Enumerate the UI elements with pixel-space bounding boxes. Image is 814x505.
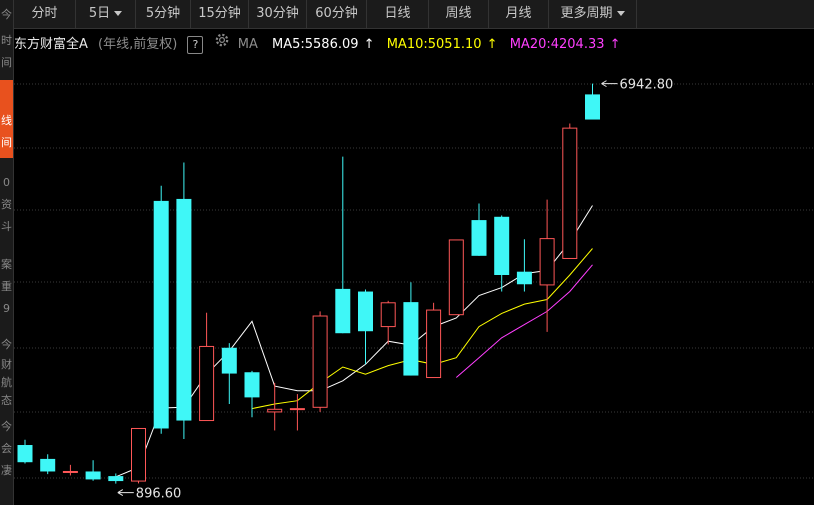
candle-body-down (403, 302, 419, 376)
left-rail-char: 时 (1, 34, 12, 47)
candle-body-up (199, 345, 215, 422)
left-rail-char: 会 (1, 442, 12, 455)
candle-body-up (426, 309, 442, 379)
min-price-label: 896.60 (136, 487, 182, 502)
candle-body-down (358, 291, 373, 332)
left-rail-char: 重 (1, 280, 12, 293)
tab-intraday[interactable]: 分时 (14, 0, 76, 28)
candle-body-down (17, 445, 33, 463)
candle-body-up (62, 470, 78, 473)
candle-body-up (380, 302, 396, 328)
left-rail-char: 财 (1, 358, 12, 371)
candle-body-down (494, 216, 510, 275)
chevron-down-icon (616, 11, 625, 16)
candle-body-down (471, 220, 487, 256)
left-rail-char: 航 (1, 376, 12, 389)
kline-chart[interactable]: 6942.80 896.60 (14, 60, 814, 505)
left-rail-char: 斗 (1, 220, 12, 233)
min-arrow-icon (117, 489, 134, 497)
tab-daily[interactable]: 日线 (367, 0, 429, 28)
candle-body-down (516, 271, 532, 285)
left-rail-char: 凄 (1, 464, 12, 477)
chevron-down-icon (114, 11, 123, 16)
period-tab-bar: 分时 5日 5分钟 15分钟 30分钟 60分钟 日线 周线 月线 更多周期 (14, 0, 814, 29)
ma10-value: MA10:5051.10 (386, 37, 482, 52)
help-button[interactable]: ? (187, 36, 204, 54)
candle-body-up (289, 408, 305, 411)
tab-5day[interactable]: 5日 (76, 0, 136, 28)
left-rail-char: 今 (1, 420, 12, 433)
left-rail-char: 9 (3, 302, 10, 315)
left-rail-char: 今 (1, 338, 12, 351)
max-price-label: 6942.80 (620, 78, 674, 93)
candle-body-down (244, 372, 260, 398)
candle-body-down (335, 288, 351, 334)
up-arrow-icon: ↑ (363, 37, 375, 52)
left-rail-char: 间 (1, 56, 12, 69)
tab-monthly[interactable]: 月线 (489, 0, 549, 28)
left-rail-char: 0 (3, 176, 10, 189)
stock-name: 东方财富全A (14, 37, 88, 52)
candle-body-down (176, 198, 192, 421)
gear-icon[interactable] (214, 30, 230, 60)
candlestick-series (17, 83, 600, 484)
ma-label: MA (237, 37, 258, 52)
left-rail-char: 资 (1, 198, 12, 211)
left-rail-char: 态 (1, 394, 12, 407)
up-arrow-icon: ↑ (486, 37, 498, 52)
candle-body-up (267, 408, 283, 413)
candle-body-down (40, 458, 56, 472)
candle-body-up (131, 427, 146, 482)
candle-body-down (221, 347, 237, 374)
tab-weekly[interactable]: 周线 (429, 0, 489, 28)
tab-5min[interactable]: 5分钟 (136, 0, 191, 28)
chart-grid (14, 83, 814, 479)
max-arrow-icon (601, 80, 618, 88)
tab-60min[interactable]: 60分钟 (307, 0, 367, 28)
candle-body-down (85, 471, 101, 480)
candle-body-down (585, 94, 600, 120)
ma5-value: MA5:5586.09 (272, 37, 359, 52)
tab-more-periods[interactable]: 更多周期 (549, 0, 637, 28)
up-arrow-icon: ↑ (609, 37, 621, 52)
extreme-annotations: 6942.80 896.60 (117, 78, 674, 502)
left-rail-char: 线 (1, 114, 12, 127)
candle-body-up (539, 238, 555, 286)
left-rail-char: 案 (1, 258, 12, 271)
candle-body-up (448, 239, 464, 316)
tab-15min[interactable]: 15分钟 (191, 0, 249, 28)
left-rail-char: 今 (1, 8, 12, 21)
left-side-rail: 今 时 间 线 间 0 资 斗 案 重 9 今 财 航 态 今 会 凄 (0, 0, 14, 505)
ma20-value: MA20:4204.33 (509, 37, 605, 52)
indicator-info-bar: 东方财富全A (年线,前复权) ? MA MA5:5586.09 ↑ MA10:… (14, 30, 621, 60)
candle-body-up (312, 315, 328, 408)
left-rail-char: 间 (1, 136, 12, 149)
candle-body-down (153, 200, 169, 429)
candle-body-down (108, 476, 124, 482)
tab-30min[interactable]: 30分钟 (249, 0, 307, 28)
candle-body-up (562, 127, 578, 259)
period-note: (年线,前复权) (98, 37, 178, 52)
